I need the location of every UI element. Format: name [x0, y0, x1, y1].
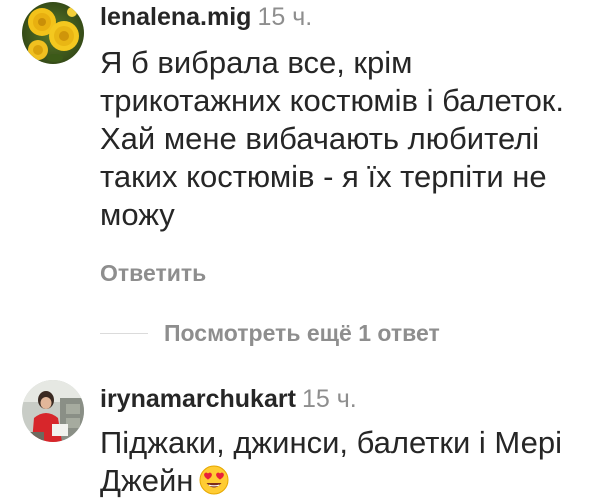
view-more-replies-label: Посмотреть ещё 1 ответ: [164, 320, 440, 346]
comment-text: Піджаки, джинси, балетки і Мері Джейн: [100, 424, 580, 500]
comment-time: 15 ч.: [257, 3, 313, 31]
comment-text-content: Піджаки, джинси, балетки і Мері Джейн: [100, 425, 562, 498]
comment-meta: lenalena.mig 15 ч.: [100, 0, 590, 34]
username-link[interactable]: irynamarchukart: [100, 385, 296, 413]
username-link[interactable]: lenalena.mig: [100, 3, 251, 31]
view-more-replies-button[interactable]: Посмотреть ещё 1 ответ: [100, 316, 440, 350]
comment-text: Я б вибрала все, крім трикотажних костюм…: [100, 45, 564, 232]
reply-button[interactable]: Ответить: [100, 258, 206, 288]
user-avatar[interactable]: [22, 380, 84, 442]
yellow-roses-avatar-icon: [22, 2, 84, 64]
heart-eyes-emoji-icon: [199, 465, 229, 495]
comment-body: irynamarchukart 15 ч. Піджаки, джинси, ба…: [100, 382, 590, 500]
comment-body: lenalena.mig 15 ч. Я б вибрала все, крім …: [100, 0, 590, 234]
comment-meta: irynamarchukart 15 ч.: [100, 382, 590, 416]
replies-divider-line: [100, 332, 148, 334]
comment-time: 15 ч.: [301, 385, 357, 413]
user-avatar[interactable]: [22, 2, 84, 64]
person-photo-avatar-icon: [22, 380, 84, 442]
